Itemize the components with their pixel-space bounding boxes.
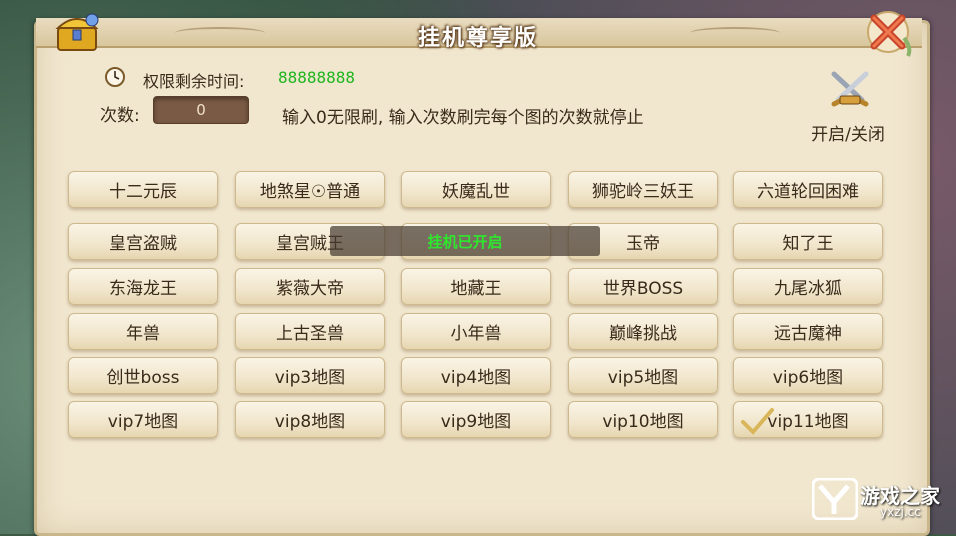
map-button[interactable]: vip7地图 <box>68 401 218 438</box>
map-button[interactable]: 地煞星☉普通 <box>235 171 385 208</box>
map-button-label: vip11地图 <box>767 412 849 432</box>
map-button-label: 世界BOSS <box>602 279 684 299</box>
map-selection-grid: 十二元辰 地煞星☉普通 妖魔乱世 狮驼岭三妖王 六道轮回困难 皇宫盗贼 皇宫贼王 玉帝 知了王东… <box>68 171 888 441</box>
count-label: 次数: <box>100 106 140 126</box>
clock-icon <box>105 67 125 87</box>
map-button-label: vip3地图 <box>274 368 346 388</box>
watermark-url: yxzj.cc <box>880 505 921 519</box>
map-button[interactable]: 知了王 <box>733 223 883 260</box>
map-button[interactable]: vip6地图 <box>733 357 883 394</box>
map-button-label: 紫薇大帝 <box>276 279 344 299</box>
map-button-label: 六道轮回困难 <box>757 182 859 202</box>
map-button[interactable]: vip3地图 <box>235 357 385 394</box>
map-button[interactable]: 六道轮回困难 <box>733 171 883 208</box>
map-button-label: 狮驼岭三妖王 <box>592 182 694 202</box>
map-button[interactable]: 年兽 <box>68 313 218 350</box>
map-button[interactable]: 世界BOSS <box>568 268 718 305</box>
status-toast: 挂机已开启 <box>330 226 600 256</box>
map-button[interactable]: 东海龙王 <box>68 268 218 305</box>
map-button[interactable]: 皇宫盗贼 <box>68 223 218 260</box>
map-button[interactable]: vip10地图 <box>568 401 718 438</box>
site-watermark: 游戏之家 yxzj.cc <box>812 476 952 524</box>
map-button-label: 小年兽 <box>450 324 502 344</box>
time-remaining-label: 权限剩余时间: <box>143 72 245 91</box>
map-button-label: vip6地图 <box>772 368 844 388</box>
toggle-button[interactable]: 开启/关闭 <box>800 70 896 145</box>
map-button[interactable]: 上古圣兽 <box>235 313 385 350</box>
checkmark-icon <box>741 408 774 435</box>
map-button-label: 玉帝 <box>626 234 660 254</box>
map-button-label: vip4地图 <box>440 368 512 388</box>
close-icon[interactable] <box>862 8 916 58</box>
map-button[interactable]: 巅峰挑战 <box>568 313 718 350</box>
treasure-chest-icon <box>55 13 99 51</box>
map-button[interactable]: vip5地图 <box>568 357 718 394</box>
crossed-swords-icon <box>831 71 869 107</box>
map-button[interactable]: 狮驼岭三妖王 <box>568 171 718 208</box>
count-hint: 输入0无限刷, 输入次数刷完每个图的次数就停止 <box>282 108 644 128</box>
map-button-label: 九尾冰狐 <box>774 279 842 299</box>
map-button[interactable]: 十二元辰 <box>68 171 218 208</box>
map-button-label: 创世boss <box>106 368 180 388</box>
map-button-label: 东海龙王 <box>109 279 177 299</box>
map-button[interactable]: 创世boss <box>68 357 218 394</box>
toggle-label: 开启/关闭 <box>811 125 885 145</box>
map-button-label: 巅峰挑战 <box>609 324 677 344</box>
map-button-label: 上古圣兽 <box>276 324 344 344</box>
map-button-label: vip8地图 <box>274 412 346 432</box>
map-button-label: vip7地图 <box>107 412 179 432</box>
map-button[interactable]: vip4地图 <box>401 357 551 394</box>
map-button-label: 妖魔乱世 <box>442 182 510 202</box>
map-button[interactable]: 妖魔乱世 <box>401 171 551 208</box>
panel-title: 挂机尊享版 <box>417 26 538 51</box>
count-input[interactable] <box>153 96 249 124</box>
map-button[interactable]: vip11地图 <box>733 401 883 438</box>
map-button-label: 年兽 <box>126 324 160 344</box>
map-button-label: 十二元辰 <box>109 182 177 202</box>
map-button[interactable]: vip9地图 <box>401 401 551 438</box>
map-button[interactable]: 小年兽 <box>401 313 551 350</box>
map-button-label: vip10地图 <box>602 412 684 432</box>
map-button-label: 地藏王 <box>450 279 502 299</box>
map-button-label: 远古魔神 <box>774 324 842 344</box>
map-button[interactable]: 远古魔神 <box>733 313 883 350</box>
map-button-label: vip9地图 <box>440 412 512 432</box>
time-remaining-value: 88888888 <box>278 68 356 87</box>
map-button[interactable]: vip8地图 <box>235 401 385 438</box>
map-button[interactable]: 地藏王 <box>401 268 551 305</box>
map-button-label: 知了王 <box>782 234 834 254</box>
map-button-label: 皇宫盗贼 <box>109 234 177 254</box>
map-button-label: vip5地图 <box>607 368 679 388</box>
map-button[interactable]: 紫薇大帝 <box>235 268 385 305</box>
site-logo-icon <box>812 478 858 520</box>
map-button[interactable]: 九尾冰狐 <box>733 268 883 305</box>
map-button-label: 地煞星☉普通 <box>259 182 361 202</box>
